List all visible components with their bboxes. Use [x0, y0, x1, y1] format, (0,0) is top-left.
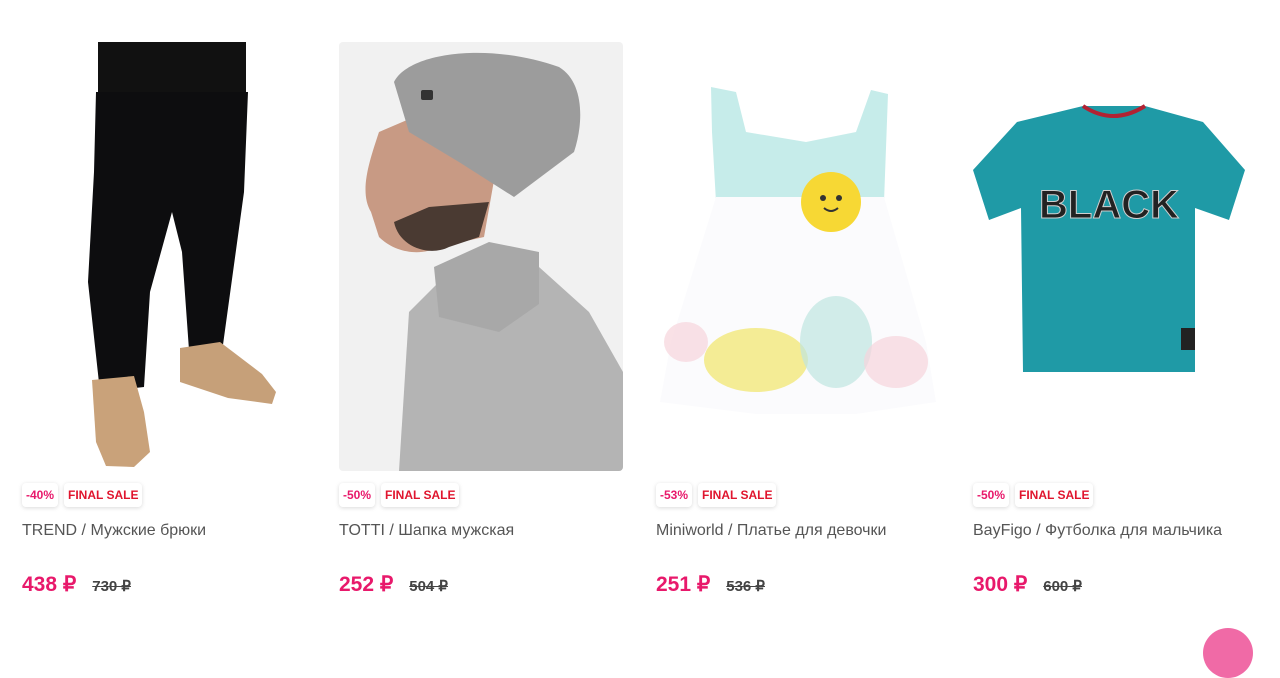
- tshirt-illustration: BLACK: [973, 42, 1257, 471]
- product-grid: -40% FINAL SALE TREND / Мужские брюки 43…: [22, 42, 1257, 597]
- product-card[interactable]: -40% FINAL SALE TREND / Мужские брюки 43…: [22, 42, 306, 597]
- discount-badge: -53%: [656, 483, 693, 507]
- current-price: 438 ₽: [22, 573, 77, 596]
- current-price: 300 ₽: [973, 573, 1028, 596]
- old-price: 730 ₽: [92, 578, 131, 595]
- product-image-dress[interactable]: [656, 42, 940, 471]
- final-sale-badge: FINAL SALE: [1015, 483, 1094, 507]
- product-image-tshirt[interactable]: BLACK: [973, 42, 1257, 471]
- product-image-trousers[interactable]: [22, 42, 306, 471]
- product-card[interactable]: -53% FINAL SALE Miniworld / Платье для д…: [656, 42, 940, 597]
- product-title[interactable]: BayFigo / Футболка для мальчика: [973, 521, 1257, 541]
- current-price: 251 ₽: [656, 573, 711, 596]
- discount-badge: -50%: [973, 483, 1010, 507]
- discount-badge: -40%: [22, 483, 59, 507]
- final-sale-badge: FINAL SALE: [64, 483, 143, 507]
- old-price: 600 ₽: [1043, 578, 1082, 595]
- product-title[interactable]: TOTTI / Шапка мужская: [339, 521, 623, 541]
- product-title[interactable]: Miniworld / Платье для девочки: [656, 521, 940, 541]
- old-price: 536 ₽: [726, 578, 765, 595]
- product-card[interactable]: BLACK -50% FINAL SALE BayFigo / Футболка…: [973, 42, 1257, 597]
- product-image-hat[interactable]: [339, 42, 623, 471]
- final-sale-badge: FINAL SALE: [381, 483, 460, 507]
- tshirt-print-text: BLACK: [1039, 183, 1179, 227]
- product-title[interactable]: TREND / Мужские брюки: [22, 521, 306, 541]
- trousers-illustration: [22, 42, 306, 471]
- dress-illustration: [656, 42, 940, 471]
- current-price: 252 ₽: [339, 573, 394, 596]
- floating-action-button[interactable]: [1203, 628, 1253, 678]
- hat-model-illustration: [339, 42, 623, 471]
- product-card[interactable]: -50% FINAL SALE TOTTI / Шапка мужская 25…: [339, 42, 623, 597]
- discount-badge: -50%: [339, 483, 376, 507]
- final-sale-badge: FINAL SALE: [698, 483, 777, 507]
- old-price: 504 ₽: [409, 578, 448, 595]
